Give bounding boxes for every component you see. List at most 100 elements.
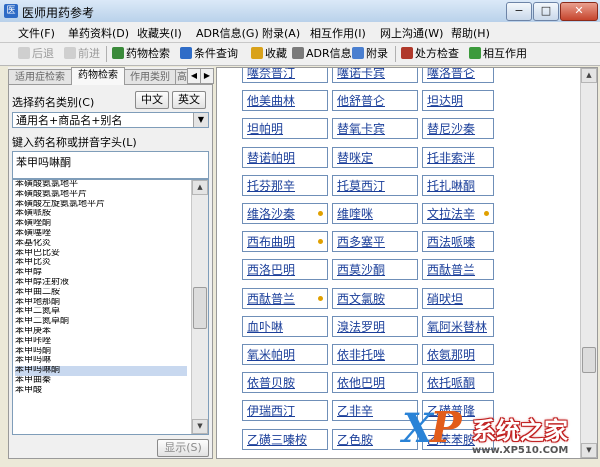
condition-search-button[interactable]: 条件查询 <box>180 46 238 62</box>
interaction-button[interactable]: 相互作用 <box>469 46 527 62</box>
scroll-thumb[interactable] <box>193 287 207 329</box>
drug-link-cell[interactable]: 西文氯胺 <box>332 287 418 309</box>
menu-interaction[interactable]: 相互作用(I) <box>310 25 366 41</box>
drug-link-cell[interactable]: 托非索泮 <box>422 146 494 168</box>
menu-appendix[interactable]: 附录(A) <box>262 25 300 41</box>
adr-info-button[interactable]: ADR信息 <box>292 46 352 62</box>
drug-link-cell[interactable]: 西多塞平 <box>332 231 418 253</box>
drug-link-cell[interactable]: 替诺帕明 <box>242 146 328 168</box>
maximize-button[interactable]: □ <box>533 2 559 21</box>
drug-link-cell[interactable]: 依托哌酮 <box>422 372 494 394</box>
drug-list-item[interactable]: 苯甲醇注射液 <box>15 278 187 288</box>
prescription-check-button[interactable]: 处方检查 <box>401 46 459 62</box>
menu-adr-info[interactable]: ADR信息(G) <box>196 25 259 41</box>
drug-list-item[interactable]: 苯甲二氮卓酮 <box>15 317 187 327</box>
drug-link-cell[interactable]: 依普贝胺 <box>242 372 328 394</box>
menu-online[interactable]: 网上沟通(W) <box>380 25 443 41</box>
drug-list-item[interactable]: 苯磺哌胺 <box>15 209 187 219</box>
drug-link-cell[interactable]: 血卟啉 <box>242 315 328 337</box>
minimize-button[interactable]: − <box>506 2 532 21</box>
drug-name-input[interactable]: 苯甲吗啉酮 <box>12 151 209 179</box>
star-icon <box>318 211 323 216</box>
drug-link-cell[interactable]: 维洛沙秦 <box>242 203 328 224</box>
drug-list-item[interactable]: 苯磺噻唑 <box>15 229 187 239</box>
back-button[interactable]: 后退 <box>18 46 54 62</box>
drug-link-cell[interactable]: 坦达明 <box>422 90 494 112</box>
drug-link-cell[interactable]: 西酞普兰 <box>242 287 328 309</box>
drug-link-cell[interactable]: 维喹咪 <box>332 203 418 224</box>
drug-link-cell[interactable]: 替尼沙秦 <box>422 118 494 140</box>
category-select[interactable]: 通用名+商品名+别名 ▼ <box>12 112 209 128</box>
drug-list-item[interactable]: 苯甲比炎 <box>15 258 187 268</box>
drug-link-cell[interactable]: 硝吠坦 <box>422 287 494 309</box>
english-button[interactable]: 英文 <box>172 91 206 109</box>
menu-help[interactable]: 帮助(H) <box>451 25 490 41</box>
show-button[interactable]: 显示(S) <box>157 439 209 457</box>
drug-list-item[interactable]: 苯甲曲二胺 <box>15 288 187 298</box>
drug-link-cell[interactable]: 他美曲林 <box>242 90 328 112</box>
drug-list-item[interactable]: 苯甲咔唑 <box>15 337 187 347</box>
drug-list-item[interactable]: 苯甲吗啉酮 <box>15 366 187 376</box>
drug-list-item[interactable]: 苯磺唑酮 <box>15 219 187 229</box>
drug-link-cell[interactable]: 托芬那辛 <box>242 174 328 196</box>
drug-list-item[interactable]: 苯甲酸 <box>15 386 187 396</box>
favorites-button[interactable]: 收藏 <box>251 46 287 62</box>
drug-link-cell[interactable]: 噻诺卡宾 <box>332 68 418 83</box>
drug-link-cell[interactable]: 替氧卡宾 <box>332 118 418 140</box>
drug-link-cell[interactable]: 依氨那明 <box>422 344 494 365</box>
drug-list[interactable]: 苯磺酸氨氯地平 苯磺酸氨氯地平片 苯磺酸左旋氨氯地平片 苯磺哌胺 苯磺唑酮 苯磺噻唑 苯基化… <box>12 179 209 435</box>
tab-scroll-left-button[interactable]: ◀ <box>187 68 201 84</box>
drug-link-cell[interactable]: 他舒普仑 <box>332 90 418 112</box>
drug-list-item[interactable]: 苯甲巴比妥 <box>15 249 187 259</box>
drug-link-cell[interactable]: 噻洛普仑 <box>422 68 494 83</box>
drug-list-item[interactable]: 苯甲吗啉 <box>15 356 187 366</box>
menu-favorites[interactable]: 收藏夹(I) <box>137 25 182 41</box>
appendix-button[interactable]: 附录 <box>352 46 388 62</box>
drug-link-cell[interactable]: 西洛巴明 <box>242 259 328 281</box>
drug-link-cell[interactable]: 溴法罗明 <box>332 315 418 337</box>
scroll-up-icon[interactable]: ▲ <box>581 68 597 83</box>
drug-list-item[interactable]: 苯基化炎 <box>15 239 187 249</box>
menu-file[interactable]: 文件(F) <box>18 25 55 41</box>
drug-link-cell[interactable]: 托莫西汀 <box>332 174 418 196</box>
drug-list-scrollbar[interactable]: ▲ ▼ <box>191 180 208 434</box>
drug-list-item[interactable]: 苯磺酸左旋氨氯地平片 <box>15 200 187 210</box>
drug-link-cell[interactable]: 西布曲明 <box>242 231 328 253</box>
drug-link-cell[interactable]: 坦帕明 <box>242 118 328 140</box>
drug-link-cell[interactable]: 西法哌嗪 <box>422 231 494 253</box>
condition-search-label: 条件查询 <box>194 47 238 60</box>
drug-link-cell[interactable]: 依他巴明 <box>332 372 418 394</box>
scroll-down-icon[interactable]: ▼ <box>192 419 208 434</box>
forward-button[interactable]: 前进 <box>64 46 100 62</box>
drug-link-cell[interactable]: 氧米帕明 <box>242 344 328 365</box>
menu-single-drug[interactable]: 单药资料(D) <box>68 25 129 41</box>
tab-scroll-right-button[interactable]: ▶ <box>200 68 214 84</box>
scroll-thumb[interactable] <box>582 347 596 373</box>
drug-link-cell[interactable]: 托扎啉酮 <box>422 174 494 196</box>
tab-drug-search[interactable]: 药物检索 <box>71 67 125 85</box>
drug-link-cell[interactable]: 文拉法辛 <box>422 203 494 224</box>
chinese-button[interactable]: 中文 <box>135 91 169 109</box>
table-scrollbar[interactable]: ▲ ▼ <box>580 68 597 458</box>
drug-link-cell[interactable]: 乙磺三嗪桉 <box>242 428 328 450</box>
drug-list-item[interactable]: 苯磺酸氨氯地平片 <box>15 190 187 200</box>
drug-list-item[interactable]: 苯甲庚苯 <box>15 327 187 337</box>
drug-list-item[interactable]: 苯甲吗酮 <box>15 347 187 357</box>
scroll-up-icon[interactable]: ▲ <box>192 180 208 195</box>
drug-link-cell[interactable]: 依非托唑 <box>332 344 418 365</box>
drug-link-cell[interactable]: 伊瑞西汀 <box>242 400 328 422</box>
close-button[interactable]: ✕ <box>560 2 598 21</box>
tab-action-category[interactable]: 作用类别 <box>124 69 176 85</box>
tab-indication-search[interactable]: 适用症检索 <box>8 69 72 85</box>
drug-list-item[interactable]: 苯甲曲秦 <box>15 376 187 386</box>
drug-link-cell[interactable]: 噻奈普汀 <box>242 68 328 83</box>
drug-link-cell[interactable]: 西酞普兰 <box>422 259 494 281</box>
drug-list-item[interactable]: 苯甲地那酮 <box>15 298 187 308</box>
drug-list-item[interactable]: 苯磺酸氨氯地平 <box>15 180 187 190</box>
drug-list-item[interactable]: 苯甲醇 <box>15 268 187 278</box>
drug-link-cell[interactable]: 替咪定 <box>332 146 418 168</box>
drug-link-cell[interactable]: 氧阿米替林 <box>422 315 494 337</box>
drug-search-button[interactable]: 药物检索 <box>112 46 170 62</box>
drug-list-item[interactable]: 苯甲二氮卓 <box>15 307 187 317</box>
drug-link-cell[interactable]: 西莫沙酮 <box>332 259 418 281</box>
